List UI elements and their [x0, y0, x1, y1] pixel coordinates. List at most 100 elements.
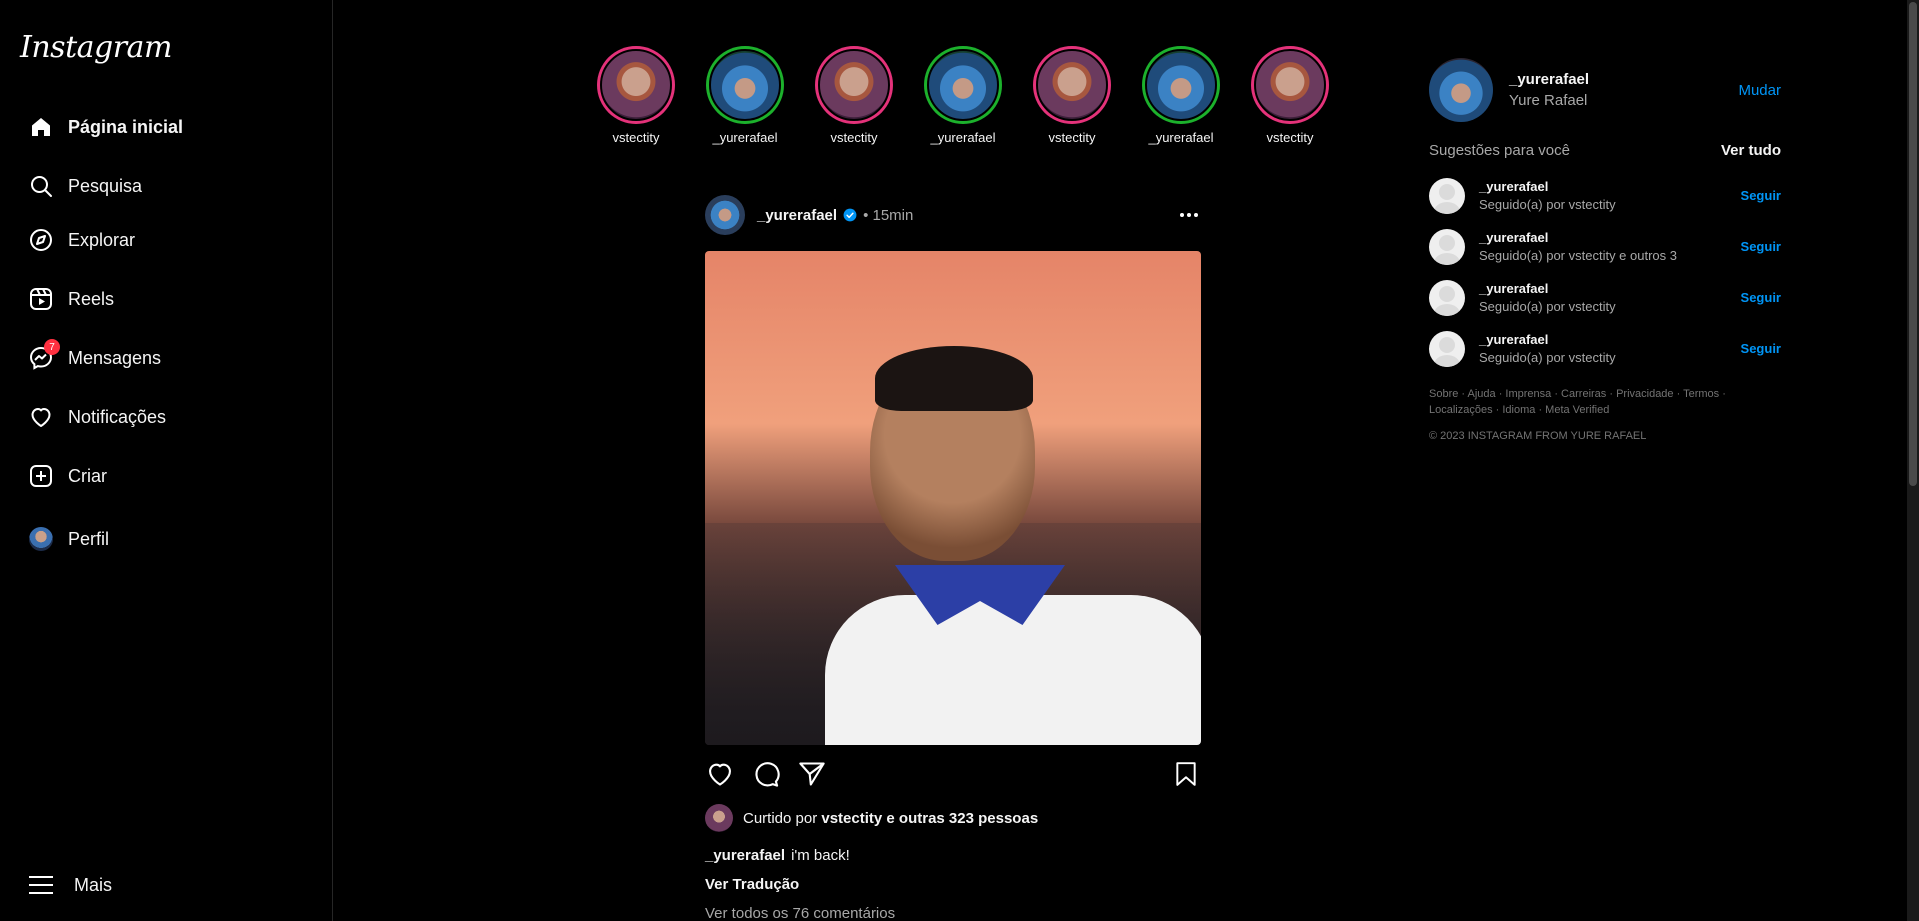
liker-avatar	[705, 804, 733, 832]
suggestion-subtitle: Seguido(a) por vstectity	[1479, 299, 1616, 314]
story-item[interactable]: vstectity	[1022, 46, 1122, 145]
sidebar-item-home[interactable]: Página inicial	[28, 107, 183, 147]
see-all-button[interactable]: Ver tudo	[1721, 142, 1781, 159]
story-ring	[1142, 46, 1220, 124]
follow-button[interactable]: Seguir	[1741, 188, 1781, 203]
story-ring	[924, 46, 1002, 124]
story-item[interactable]: vstectity	[586, 46, 686, 145]
post-author-username[interactable]: _yurerafael	[757, 207, 837, 224]
plus-square-icon	[28, 463, 54, 489]
follow-button[interactable]: Seguir	[1741, 290, 1781, 305]
sidebar-item-explore[interactable]: Explorar	[28, 220, 135, 260]
sidebar-item-messages[interactable]: 7 Mensagens	[28, 338, 161, 378]
post-photo[interactable]	[705, 251, 1201, 745]
story-ring	[815, 46, 893, 124]
default-avatar-icon[interactable]	[1429, 228, 1465, 265]
story-item[interactable]: vstectity	[804, 46, 904, 145]
scrollbar-thumb[interactable]	[1909, 2, 1917, 486]
caption-username[interactable]: _yurerafael	[705, 847, 785, 864]
post-timestamp: • 15min	[863, 206, 914, 224]
suggestion-username[interactable]: _yurerafael	[1479, 179, 1616, 194]
account-username[interactable]: _yurerafael	[1509, 71, 1589, 88]
follow-button[interactable]: Seguir	[1741, 239, 1781, 254]
story-username: vstectity	[1048, 130, 1096, 145]
story-username: vstectity	[612, 130, 660, 145]
follow-button[interactable]: Seguir	[1741, 341, 1781, 356]
suggestion-item: _yurerafael Seguido(a) por vstectity Seg…	[1429, 323, 1781, 374]
comment-icon[interactable]	[751, 759, 781, 789]
story-avatar	[927, 49, 999, 121]
sidebar-item-label: Mais	[74, 874, 113, 895]
story-item[interactable]: _yurerafael	[1131, 46, 1231, 145]
suggestion-subtitle: Seguido(a) por vstectity	[1479, 197, 1616, 212]
suggestion-username[interactable]: _yurerafael	[1479, 281, 1616, 296]
search-icon	[28, 173, 54, 199]
sidebar-item-create[interactable]: Criar	[28, 456, 107, 496]
footer-links: Sobre · Ajuda · Imprensa · Carreiras · P…	[1429, 386, 1781, 418]
story-avatar	[1145, 49, 1217, 121]
post-caption: _yurerafael i'm back!	[705, 847, 1201, 864]
sidebar-item-reels[interactable]: Reels	[28, 279, 114, 319]
likes-summary[interactable]: Curtido por vstectity e outras 323 pesso…	[705, 803, 1201, 833]
likes-text: Curtido por vstectity e outras 323 pesso…	[743, 810, 1038, 827]
like-heart-icon[interactable]	[705, 759, 735, 789]
heart-icon	[28, 404, 54, 430]
sidebar-item-notifications[interactable]: Notificações	[28, 397, 166, 437]
sidebar-item-label: Reels	[68, 288, 115, 309]
see-translation-link[interactable]: Ver Tradução	[705, 876, 1201, 893]
default-avatar-icon[interactable]	[1429, 330, 1465, 367]
post-header: _yurerafael • 15min	[705, 195, 1201, 235]
sidebar-item-search[interactable]: Pesquisa	[28, 166, 142, 206]
story-ring	[1033, 46, 1111, 124]
story-avatar	[1254, 49, 1326, 121]
sidebar: Instagram Página inicial Pesquisa Explor…	[0, 0, 333, 921]
sidebar-item-more[interactable]: Mais	[28, 865, 112, 905]
sidebar-item-profile[interactable]: Perfil	[28, 519, 109, 559]
story-item[interactable]: _yurerafael	[695, 46, 795, 145]
messenger-icon: 7	[28, 339, 60, 371]
sidebar-item-label: Notificações	[68, 406, 167, 427]
current-account: _yurerafael Yure Rafael Mudar	[1429, 58, 1781, 122]
reels-icon	[28, 286, 54, 312]
more-options-icon[interactable]	[1177, 203, 1201, 227]
story-ring	[706, 46, 784, 124]
story-avatar	[818, 49, 890, 121]
suggestion-item: _yurerafael Seguido(a) por vstectity e o…	[1429, 221, 1781, 272]
post-author-avatar[interactable]	[705, 195, 745, 235]
story-username: _yurerafael	[930, 130, 996, 145]
default-avatar-icon[interactable]	[1429, 279, 1465, 316]
suggestion-item: _yurerafael Seguido(a) por vstectity Seg…	[1429, 170, 1781, 221]
story-username: _yurerafael	[712, 130, 778, 145]
story-item[interactable]: vstectity	[1240, 46, 1340, 145]
instagram-app: Instagram Página inicial Pesquisa Explor…	[0, 0, 1919, 921]
switch-account-button[interactable]: Mudar	[1738, 82, 1781, 99]
home-icon	[28, 114, 54, 140]
suggestions-title: Sugestões para você	[1429, 141, 1570, 159]
messages-badge: 7	[44, 339, 60, 355]
profile-avatar-icon	[28, 526, 54, 552]
view-all-comments-link[interactable]: Ver todos os 76 comentários	[705, 905, 1201, 921]
story-username: vstectity	[830, 130, 878, 145]
story-avatar	[709, 49, 781, 121]
feed-post: _yurerafael • 15min Curtido por vstectit…	[705, 195, 1201, 921]
story-ring	[1251, 46, 1329, 124]
instagram-logo[interactable]: Instagram	[20, 30, 172, 65]
story-item[interactable]: _yurerafael	[913, 46, 1013, 145]
footer-links-line[interactable]: Localizações · Idioma · Meta Verified	[1429, 402, 1781, 418]
suggestion-username[interactable]: _yurerafael	[1479, 332, 1616, 347]
bookmark-icon[interactable]	[1171, 759, 1201, 789]
sidebar-item-label: Criar	[68, 465, 107, 486]
liked-by-names[interactable]: vstectity e outras 323 pessoas	[821, 810, 1038, 827]
footer-links-line[interactable]: Sobre · Ajuda · Imprensa · Carreiras · P…	[1429, 386, 1781, 402]
suggestion-username[interactable]: _yurerafael	[1479, 230, 1677, 245]
default-avatar-icon[interactable]	[1429, 177, 1465, 214]
page-scrollbar[interactable]	[1907, 0, 1919, 921]
copyright-text: © 2023 INSTAGRAM FROM YURE RAFAEL	[1429, 430, 1647, 442]
story-username: vstectity	[1266, 130, 1314, 145]
suggestions-list: _yurerafael Seguido(a) por vstectity Seg…	[1429, 170, 1781, 374]
share-send-icon[interactable]	[797, 759, 827, 789]
verified-badge-icon	[843, 208, 857, 222]
caption-text: i'm back!	[791, 847, 850, 864]
account-avatar[interactable]	[1429, 58, 1493, 122]
sidebar-item-label: Explorar	[68, 229, 136, 250]
